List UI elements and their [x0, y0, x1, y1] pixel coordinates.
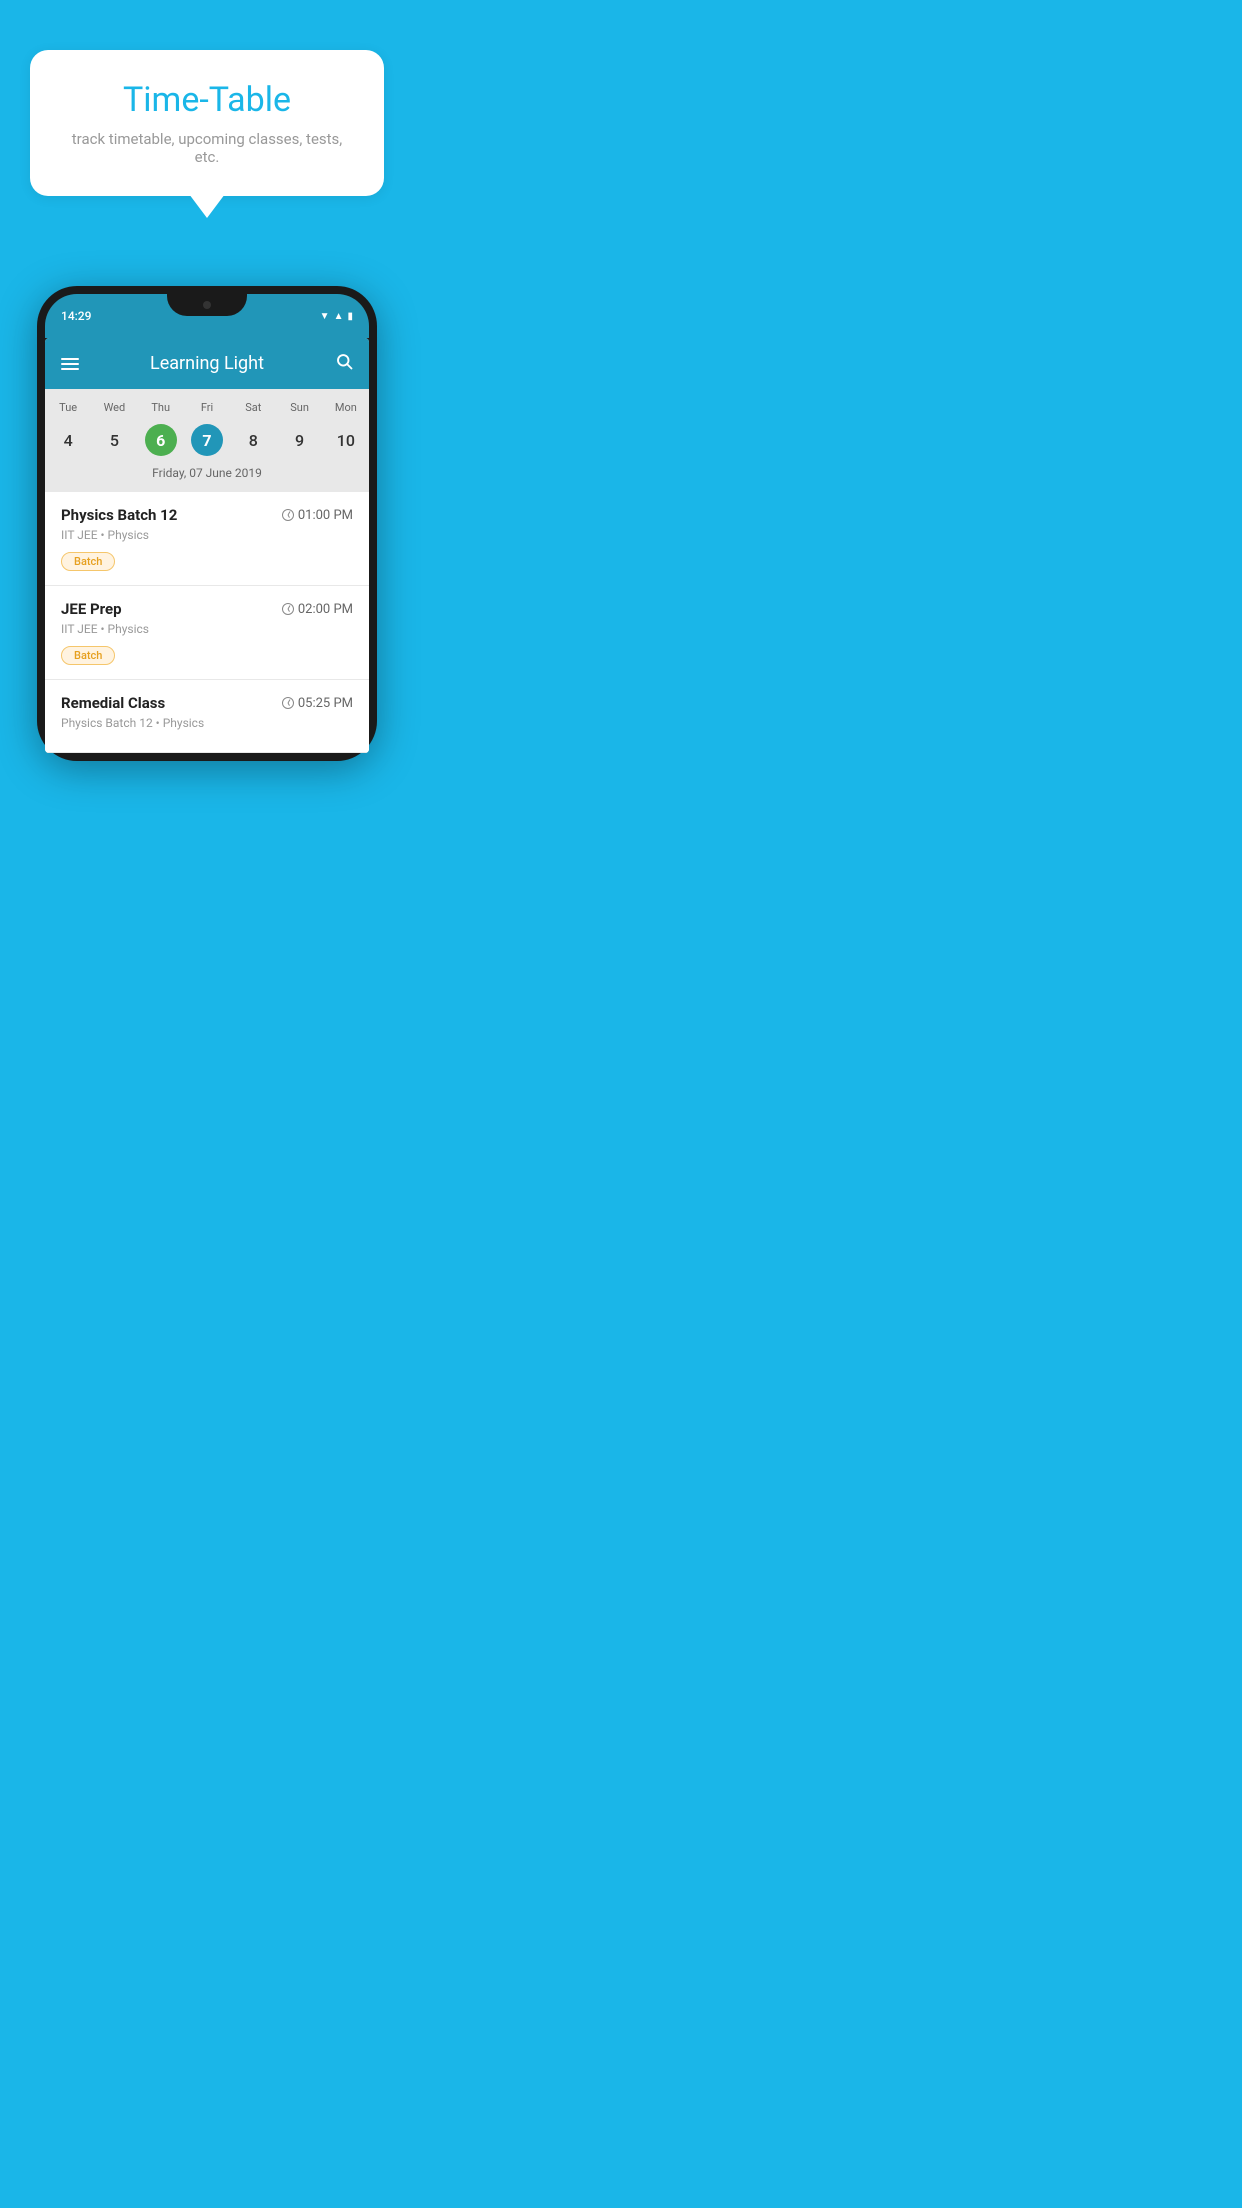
search-button[interactable]: [335, 352, 353, 375]
date-7-selected[interactable]: 7: [184, 422, 230, 458]
date-10[interactable]: 10: [323, 422, 369, 458]
weekday-sun: Sun: [276, 401, 322, 414]
weekday-mon: Mon: [323, 401, 369, 414]
signal-icon: ▲: [334, 311, 344, 322]
date-6-today[interactable]: 6: [138, 422, 184, 458]
item-2-subtitle: IIT JEE • Physics: [61, 622, 353, 636]
schedule-item-2: JEE Prep 02:00 PM IIT JEE • Physics Batc…: [45, 586, 369, 680]
schedule-item-1-header: Physics Batch 12 01:00 PM: [61, 506, 353, 524]
weekday-thu: Thu: [138, 401, 184, 414]
item-1-time: 01:00 PM: [282, 508, 353, 523]
clock-icon-2: [282, 603, 294, 615]
notch: [167, 294, 247, 316]
wifi-icon: ▼: [320, 311, 330, 322]
phone-screen: Learning Light Tue Wed Thu Fri Sat Sun M: [45, 338, 369, 753]
schedule-item-2-header: JEE Prep 02:00 PM: [61, 600, 353, 618]
weekday-wed: Wed: [91, 401, 137, 414]
schedule-item-3-header: Remedial Class 05:25 PM: [61, 694, 353, 712]
weekday-tue: Tue: [45, 401, 91, 414]
app-title: Learning Light: [150, 353, 264, 374]
battery-icon: ▮: [347, 311, 353, 322]
phone-wrapper: 14:29 ▼ ▲ ▮ Learning Light: [0, 236, 414, 761]
status-time: 14:29: [61, 309, 91, 323]
status-bar: 14:29 ▼ ▲ ▮: [45, 294, 369, 338]
phone-frame: 14:29 ▼ ▲ ▮ Learning Light: [37, 286, 377, 761]
clock-icon-3: [282, 697, 294, 709]
selected-date-label: Friday, 07 June 2019: [45, 462, 369, 488]
weekday-sat: Sat: [230, 401, 276, 414]
date-5[interactable]: 5: [91, 422, 137, 458]
camera: [203, 301, 211, 309]
item-3-subtitle: Physics Batch 12 • Physics: [61, 716, 353, 730]
item-3-title: Remedial Class: [61, 694, 165, 712]
item-2-time: 02:00 PM: [282, 602, 353, 617]
dates-row: 4 5 6 7 8 9: [45, 418, 369, 462]
bubble-subtitle: track timetable, upcoming classes, tests…: [70, 130, 344, 166]
speech-bubble: Time-Table track timetable, upcoming cla…: [30, 50, 384, 196]
date-8[interactable]: 8: [230, 422, 276, 458]
app-header: Learning Light: [45, 338, 369, 389]
schedule-list: Physics Batch 12 01:00 PM IIT JEE • Phys…: [45, 492, 369, 753]
item-3-time: 05:25 PM: [282, 696, 353, 711]
calendar-section: Tue Wed Thu Fri Sat Sun Mon 4 5: [45, 389, 369, 492]
weekdays-row: Tue Wed Thu Fri Sat Sun Mon: [45, 397, 369, 418]
menu-icon[interactable]: [61, 358, 79, 370]
item-2-tag: Batch: [61, 646, 115, 665]
item-1-tag: Batch: [61, 552, 115, 571]
weekday-fri: Fri: [184, 401, 230, 414]
item-2-title: JEE Prep: [61, 600, 122, 618]
date-4[interactable]: 4: [45, 422, 91, 458]
item-1-subtitle: IIT JEE • Physics: [61, 528, 353, 542]
date-9[interactable]: 9: [276, 422, 322, 458]
clock-icon-1: [282, 509, 294, 521]
schedule-item-3: Remedial Class 05:25 PM Physics Batch 12…: [45, 680, 369, 753]
status-icons: ▼ ▲ ▮: [320, 311, 353, 322]
bubble-title: Time-Table: [70, 80, 344, 120]
top-section: Time-Table track timetable, upcoming cla…: [0, 0, 414, 236]
schedule-item-1: Physics Batch 12 01:00 PM IIT JEE • Phys…: [45, 492, 369, 586]
item-1-title: Physics Batch 12: [61, 506, 177, 524]
